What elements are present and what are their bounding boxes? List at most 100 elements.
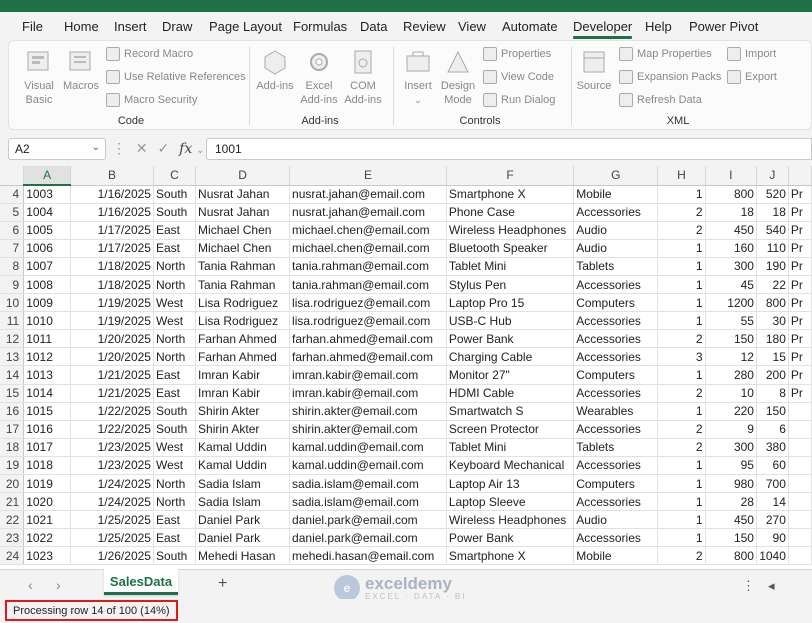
cell[interactable]: nusrat.jahan@email.com: [289, 203, 447, 222]
cell[interactable]: imran.kabir@email.com: [289, 365, 447, 385]
cell[interactable]: 1/17/2025: [70, 221, 154, 240]
cell[interactable]: Pr: [788, 185, 812, 204]
cell[interactable]: Lisa Rodriguez: [195, 293, 291, 313]
cell[interactable]: 30: [756, 311, 789, 331]
cell[interactable]: Keyboard Mechanical: [446, 456, 575, 476]
cell[interactable]: 1012: [23, 347, 72, 367]
visual-basic-button[interactable]: Visual Basic: [19, 47, 59, 107]
cell[interactable]: Nusrat Jahan: [195, 185, 291, 204]
cell[interactable]: 1014: [23, 384, 72, 403]
column-header-f[interactable]: F: [446, 166, 575, 186]
cell[interactable]: Stylus Pen: [446, 275, 575, 295]
add-sheet-icon[interactable]: +: [218, 575, 227, 593]
cell[interactable]: 55: [705, 311, 757, 331]
cell[interactable]: 1004: [23, 203, 72, 222]
macro-security-button[interactable]: Macro Security: [106, 93, 197, 107]
cell[interactable]: North: [153, 474, 197, 494]
cell[interactable]: 14: [756, 492, 789, 512]
cell[interactable]: daniel.park@email.com: [289, 510, 447, 530]
chevron-down-icon[interactable]: ⌄: [92, 142, 100, 153]
excel-add-ins-button[interactable]: Excel Add-ins: [298, 47, 340, 107]
cell[interactable]: Accessories: [573, 492, 659, 512]
cell[interactable]: Accessories: [573, 528, 659, 548]
cell[interactable]: sadia.islam@email.com: [289, 492, 447, 512]
cell[interactable]: Pr: [788, 239, 812, 258]
cell[interactable]: 45: [705, 275, 757, 295]
cell[interactable]: Wireless Headphones: [446, 221, 575, 240]
cell[interactable]: 3: [657, 347, 706, 367]
row-header[interactable]: 24: [0, 546, 25, 566]
cell[interactable]: 1/25/2025: [70, 528, 154, 548]
cell[interactable]: 10: [705, 384, 757, 403]
cell[interactable]: Tablet Mini: [446, 257, 575, 276]
cell[interactable]: Accessories: [573, 275, 659, 295]
cell[interactable]: 28: [705, 492, 757, 512]
design-mode-button[interactable]: Design Mode: [439, 47, 477, 107]
row-header[interactable]: 11: [0, 311, 25, 331]
cell[interactable]: 1/26/2025: [70, 546, 154, 566]
row-header[interactable]: 8: [0, 257, 25, 276]
column-header-e[interactable]: E: [289, 166, 447, 186]
map-properties-button[interactable]: Map Properties: [619, 47, 712, 61]
cell[interactable]: Tablet Mini: [446, 438, 575, 457]
menu-tab-insert[interactable]: Insert: [114, 19, 147, 34]
cell[interactable]: 700: [756, 474, 789, 494]
record-macro-button[interactable]: Record Macro: [106, 47, 193, 61]
row-header[interactable]: 12: [0, 329, 25, 349]
cell[interactable]: 300: [705, 438, 757, 457]
cell[interactable]: 1: [657, 257, 706, 276]
more-options-icon[interactable]: ⋮: [742, 578, 755, 594]
expansion-packs-button[interactable]: Expansion Packs: [619, 70, 721, 84]
menu-tab-draw[interactable]: Draw: [162, 19, 192, 34]
cell[interactable]: South: [153, 203, 197, 222]
cell[interactable]: 800: [705, 546, 757, 566]
cell[interactable]: nusrat.jahan@email.com: [289, 185, 447, 204]
properties-button[interactable]: Properties: [483, 47, 551, 61]
name-box[interactable]: A2 ⌄: [8, 138, 106, 160]
column-header-partial[interactable]: [788, 166, 812, 186]
cell[interactable]: Lisa Rodriguez: [195, 311, 291, 331]
source-button[interactable]: Source: [575, 47, 613, 93]
cell[interactable]: 1: [657, 510, 706, 530]
cell[interactable]: 1008: [23, 275, 72, 295]
menu-tab-page-layout[interactable]: Page Layout: [209, 19, 282, 34]
run-dialog-button[interactable]: Run Dialog: [483, 93, 555, 107]
cell[interactable]: imran.kabir@email.com: [289, 384, 447, 403]
cell[interactable]: 1: [657, 311, 706, 331]
cell[interactable]: 800: [756, 293, 789, 313]
cell[interactable]: West: [153, 438, 197, 457]
cell[interactable]: 1: [657, 528, 706, 548]
cell[interactable]: 18: [705, 203, 757, 222]
cell[interactable]: 450: [705, 221, 757, 240]
cell[interactable]: Pr: [788, 257, 812, 276]
cell[interactable]: Farhan Ahmed: [195, 329, 291, 349]
cell[interactable]: 1/19/2025: [70, 293, 154, 313]
cell[interactable]: North: [153, 257, 197, 276]
cell[interactable]: Accessories: [573, 420, 659, 439]
cell[interactable]: [788, 402, 812, 421]
refresh-data-button[interactable]: Refresh Data: [619, 93, 702, 107]
menu-tab-developer[interactable]: Developer: [573, 19, 633, 39]
cell[interactable]: Power Bank: [446, 528, 575, 548]
cell[interactable]: 1: [657, 402, 706, 421]
cell[interactable]: North: [153, 329, 197, 349]
cell[interactable]: 95: [705, 456, 757, 476]
cell[interactable]: 1017: [23, 438, 72, 457]
cell[interactable]: Michael Chen: [195, 221, 291, 240]
cell[interactable]: Michael Chen: [195, 239, 291, 258]
cell[interactable]: 1/17/2025: [70, 239, 154, 258]
scroll-right-icon[interactable]: ›: [56, 577, 61, 593]
cell[interactable]: shirin.akter@email.com: [289, 402, 447, 421]
enter-icon[interactable]: ✓: [158, 140, 170, 156]
cell[interactable]: farhan.ahmed@email.com: [289, 329, 447, 349]
column-header-h[interactable]: H: [657, 166, 706, 186]
cell[interactable]: 1019: [23, 474, 72, 494]
cell[interactable]: 1020: [23, 492, 72, 512]
cell[interactable]: Shirin Akter: [195, 402, 291, 421]
column-header-a[interactable]: A: [23, 166, 72, 186]
cell[interactable]: 1/16/2025: [70, 203, 154, 222]
column-header-i[interactable]: I: [705, 166, 757, 186]
insert-control-button[interactable]: Insert ⌄: [399, 47, 437, 107]
row-header[interactable]: 6: [0, 221, 25, 240]
row-header[interactable]: 21: [0, 492, 25, 512]
